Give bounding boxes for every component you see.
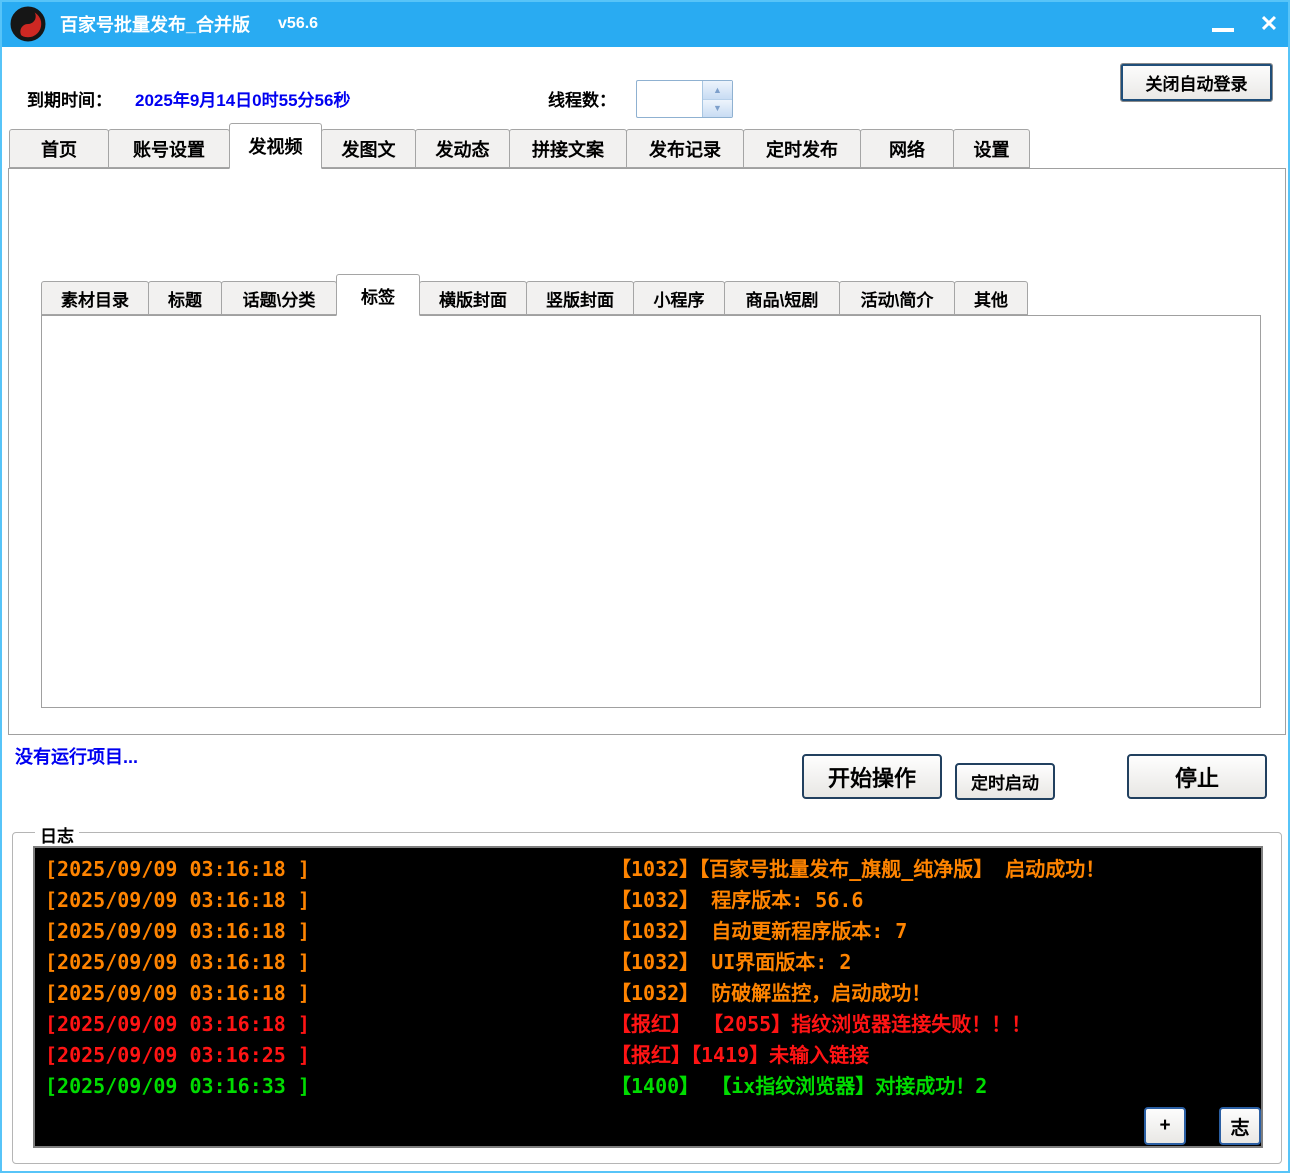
- window-version: v56.6: [278, 14, 319, 32]
- log-timestamp: [2025/09/09 03:16:18 ]: [45, 857, 310, 881]
- log-timestamp: [2025/09/09 03:16:18 ]: [45, 981, 310, 1005]
- chevron-up-icon[interactable]: ▲: [703, 81, 732, 99]
- log-group-title: 日志: [35, 822, 79, 847]
- log-entry: [2025/09/09 03:16:18 ] 【1032】 防破解监控，启动成功…: [45, 978, 1261, 1009]
- log-entry: [2025/09/09 03:16:18 ] 【1032】 程序版本: 56.6: [45, 885, 1261, 916]
- material-tab-bar: 素材目录 标题 话题\分类 标签 横版封面 竖版封面 小程序 商品\短剧 活动\…: [41, 273, 1028, 316]
- minimize-button[interactable]: [1200, 4, 1246, 44]
- log-message: 【1032】 防破解监控，启动成功！: [611, 981, 932, 1005]
- subtab-tags[interactable]: 标签: [336, 274, 420, 316]
- log-zhi-button[interactable]: 志: [1219, 1107, 1261, 1145]
- close-autologin-button[interactable]: 关闭自动登录: [1120, 63, 1273, 102]
- subtab-title[interactable]: 标题: [148, 281, 222, 315]
- start-operation-button[interactable]: 开始操作: [802, 754, 942, 799]
- log-message: 【1400】 【ix指纹浏览器】对接成功！2: [611, 1074, 988, 1098]
- log-entry: [2025/09/09 03:16:18 ] 【1032】 自动更新程序版本: …: [45, 916, 1261, 947]
- subtab-material-dir[interactable]: 素材目录: [41, 281, 149, 315]
- log-group: 日志 [2025/09/09 03:16:18 ] 【1032】【百家号批量发布…: [12, 822, 1282, 1164]
- log-message: 【报红】【1419】未输入链接: [611, 1043, 870, 1067]
- log-entry: [2025/09/09 03:16:18 ] 【1032】 UI界面版本: 2: [45, 947, 1261, 978]
- main-tab-bar: 首页 账号设置 发视频 发图文 发动态 拼接文案 发布记录 定时发布 网络 设置: [9, 122, 1030, 169]
- threads-label: 线程数：: [548, 91, 616, 110]
- subtab-other[interactable]: 其他: [954, 281, 1028, 315]
- log-zhi-label: 志: [1230, 1117, 1250, 1139]
- app-logo-icon: [10, 6, 46, 41]
- log-timestamp: [2025/09/09 03:16:18 ]: [45, 888, 310, 912]
- tab-publish-dynamic[interactable]: 发动态: [415, 129, 510, 168]
- tab-network[interactable]: 网络: [860, 129, 954, 168]
- subtab-topic-category[interactable]: 话题\分类: [221, 281, 337, 315]
- tags-tab-panel: [41, 315, 1261, 708]
- titlebar: 百家号批量发布_合并版 v56.6 ✕: [2, 2, 1288, 47]
- expiry-label: 到期时间：: [27, 91, 112, 110]
- subtab-miniprogram[interactable]: 小程序: [633, 281, 725, 315]
- running-status: 没有运行项目...: [15, 747, 139, 767]
- tab-settings[interactable]: 设置: [953, 129, 1030, 168]
- subtab-horizontal-cover[interactable]: 横版封面: [419, 281, 527, 315]
- log-entry: [2025/09/09 03:16:18 ] 【报红】 【2055】指纹浏览器连…: [45, 1009, 1261, 1040]
- tab-account-settings[interactable]: 账号设置: [108, 129, 230, 168]
- threads-spinner[interactable]: ▲ ▼: [636, 80, 733, 118]
- log-timestamp: [2025/09/09 03:16:25 ]: [45, 1043, 310, 1067]
- timer-start-label: 定时启动: [971, 774, 1039, 793]
- stop-label: 停止: [1174, 765, 1219, 791]
- log-output[interactable]: [2025/09/09 03:16:18 ] 【1032】【百家号批量发布_旗舰…: [33, 846, 1263, 1148]
- log-message: 【1032】 UI界面版本: 2: [611, 950, 852, 974]
- log-entry: [2025/09/09 03:16:33 ] 【1400】 【ix指纹浏览器】对…: [45, 1071, 1261, 1102]
- log-message: 【1032】【百家号批量发布_旗舰_纯净版】 启动成功！: [611, 857, 1106, 881]
- chevron-down-icon[interactable]: ▼: [703, 98, 732, 117]
- log-message: 【1032】 程序版本: 56.6: [611, 888, 864, 912]
- log-entry: [2025/09/09 03:16:18 ] 【1032】【百家号批量发布_旗舰…: [45, 854, 1261, 885]
- tab-scheduled-publish[interactable]: 定时发布: [743, 129, 861, 168]
- log-timestamp: [2025/09/09 03:16:18 ]: [45, 1012, 310, 1036]
- minimize-icon: [1212, 27, 1234, 32]
- log-plus-label: +: [1159, 1115, 1171, 1136]
- tab-publish-video[interactable]: 发视频: [229, 123, 322, 169]
- window-title: 百家号批量发布_合并版: [60, 14, 251, 35]
- log-timestamp: [2025/09/09 03:16:18 ]: [45, 919, 310, 943]
- log-message: 【报红】 【2055】指纹浏览器连接失败！！！: [611, 1012, 1032, 1036]
- log-plus-button[interactable]: +: [1144, 1107, 1186, 1145]
- log-message: 【1032】 自动更新程序版本: 7: [611, 919, 908, 943]
- close-button[interactable]: ✕: [1246, 4, 1288, 44]
- tab-publish-imagetext[interactable]: 发图文: [321, 129, 416, 168]
- timer-start-button[interactable]: 定时启动: [955, 763, 1055, 800]
- close-icon: ✕: [1259, 10, 1279, 36]
- tab-home[interactable]: 首页: [9, 129, 109, 168]
- subtab-activity-intro[interactable]: 活动\简介: [839, 281, 955, 315]
- log-timestamp: [2025/09/09 03:16:33 ]: [45, 1074, 310, 1098]
- app-window: 百家号批量发布_合并版 v56.6 ✕ 到期时间： 2025年9月14日0时55…: [0, 0, 1290, 1173]
- close-autologin-label: 关闭自动登录: [1145, 75, 1248, 94]
- expiry-value: 2025年9月14日0时55分56秒: [135, 91, 351, 110]
- tab-publish-records[interactable]: 发布记录: [626, 129, 744, 168]
- threads-value[interactable]: [637, 81, 702, 117]
- log-entry: [2025/09/09 03:16:25 ] 【报红】【1419】未输入链接: [45, 1040, 1261, 1071]
- tab-splice-copy[interactable]: 拼接文案: [509, 129, 627, 168]
- start-operation-label: 开始操作: [827, 765, 916, 791]
- stop-button[interactable]: 停止: [1127, 754, 1267, 799]
- subtab-vertical-cover[interactable]: 竖版封面: [526, 281, 634, 315]
- log-timestamp: [2025/09/09 03:16:18 ]: [45, 950, 310, 974]
- subtab-goods-drama[interactable]: 商品\短剧: [724, 281, 840, 315]
